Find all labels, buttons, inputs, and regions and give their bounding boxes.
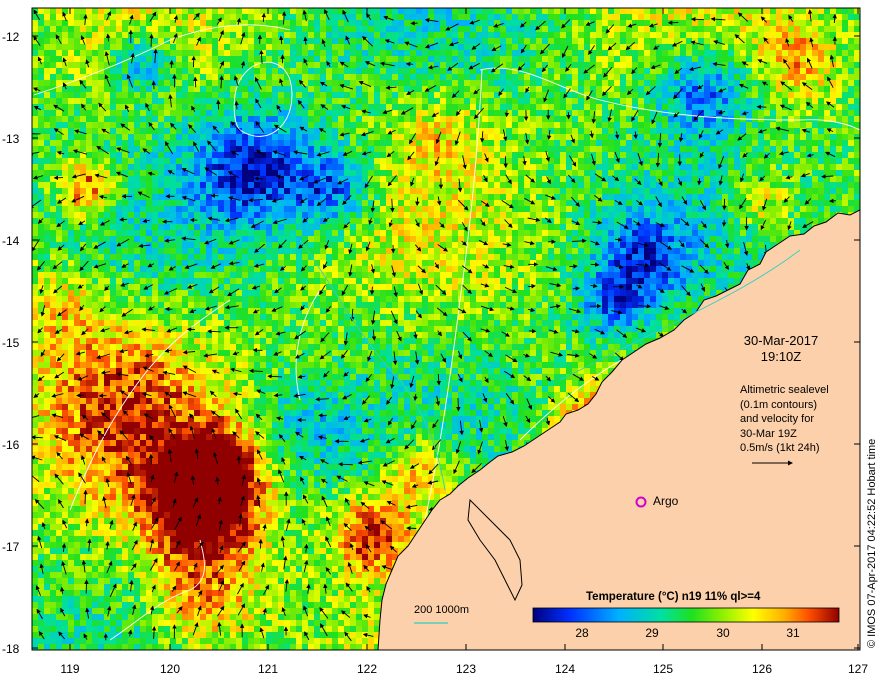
colorbar-tick-label: 31 [786,626,800,640]
colorbar [532,607,840,623]
altimetry-line: 0.5m/s (1kt 24h) [740,442,820,454]
argo-label: Argo [653,494,679,508]
lon-label: 126 [751,662,773,676]
colorbar-tick-label: 28 [575,626,589,640]
colorbar-tick-label: 30 [716,626,730,640]
date-label: 30-Mar-2017 [743,333,819,348]
altimetry-line: 30-Mar 19Z [740,427,797,440]
lon-label: 122 [356,662,378,676]
lon-label: 121 [257,662,279,676]
credit-text: © IMOS 07-Apr-2017 04:22:52 Hobart time [866,438,878,648]
lat-label: -16 [2,438,20,452]
altimetry-line: and velocity for [740,413,814,425]
time-label: 19:10Z [760,349,802,364]
lat-label: -15 [2,336,20,350]
lon-label: 125 [652,662,674,676]
lat-label: -17 [2,540,20,554]
lat-label: -14 [2,234,20,248]
date-block: 30-Mar-2017 19:10Z [726,333,836,365]
lat-label: -18 [2,642,20,656]
colorbar-title: Temperature (°C) n19 11% ql>=4 [586,591,761,603]
depth-legend-label: 200 1000m [414,604,470,616]
altimetry-line: (0.1m contours) [740,398,818,411]
lon-label: 124 [554,662,576,676]
lon-label: 120 [159,662,181,676]
lat-label: -12 [2,30,20,44]
altimetry-line: Altimetric sealevel [740,384,829,396]
altimetry-note: Altimetric sealevel (0.1m contours) and … [740,383,829,456]
lon-label: 127 [847,662,869,676]
lon-label: 123 [455,662,477,676]
lon-label: 119 [60,662,80,676]
colorbar-tick-label: 29 [645,626,659,640]
lat-label: -13 [2,132,20,146]
